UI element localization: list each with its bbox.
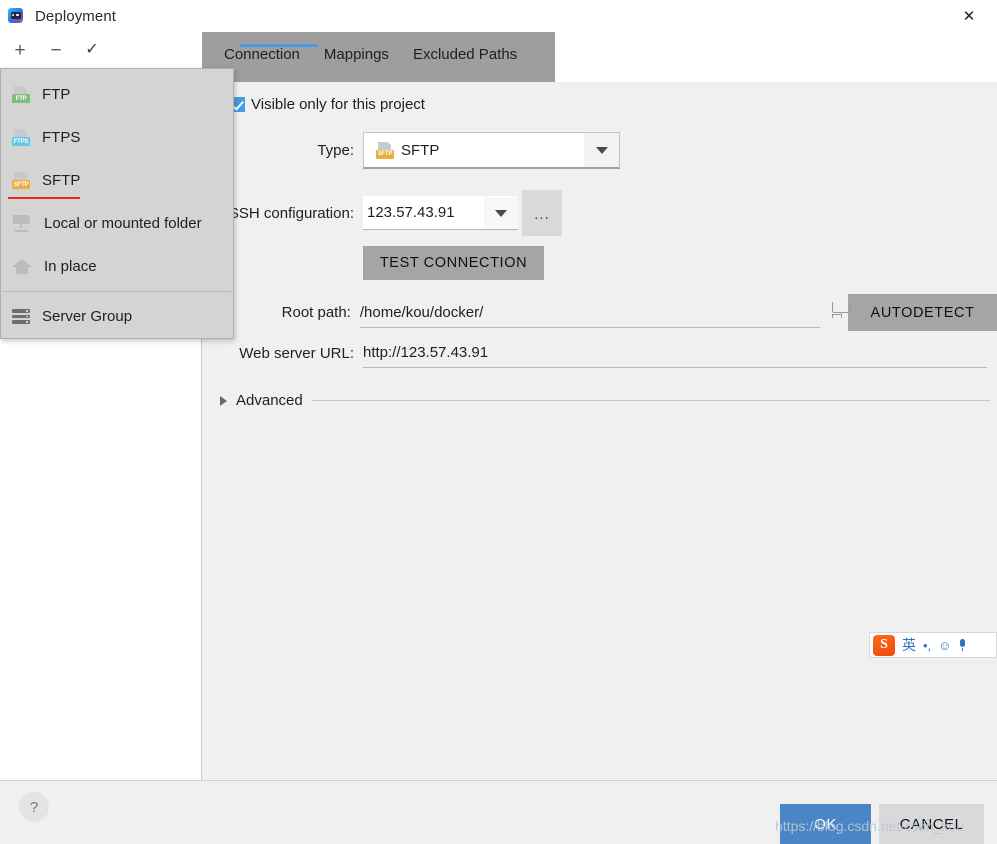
ssh-configuration-browse-button[interactable]: ... [522, 190, 562, 236]
chevron-down-icon[interactable] [484, 197, 518, 229]
tab-mappings[interactable]: Mappings [312, 32, 401, 76]
menu-item-label: FTPS [42, 129, 81, 146]
type-combobox-value-wrap: SFTP SFTP [364, 141, 440, 159]
server-list-toolbar: + − ✓ [0, 32, 202, 68]
sogou-logo-icon[interactable]: S [873, 634, 895, 656]
menu-item-server-group[interactable]: Server Group [1, 295, 233, 338]
menu-item-label: In place [44, 258, 97, 275]
menu-item-label: SFTP [42, 172, 81, 189]
cancel-button[interactable]: CANCEL [879, 804, 984, 844]
tab-excluded-paths[interactable]: Excluded Paths [401, 32, 529, 76]
local-folder-icon [12, 215, 32, 232]
remove-server-button[interactable]: − [45, 39, 67, 61]
ime-toolbar[interactable]: S 英 •, ☺ [869, 632, 997, 658]
menu-item-in-place[interactable]: In place [1, 245, 233, 288]
advanced-divider [311, 400, 990, 401]
help-button[interactable]: ? [19, 792, 49, 822]
server-group-icon [12, 308, 30, 325]
type-row: Type: SFTP SFTP [202, 132, 822, 169]
web-server-url-value: http://123.57.43.91 [363, 344, 489, 361]
menu-item-ftps[interactable]: FTPS FTPS [1, 116, 233, 159]
advanced-section-toggle[interactable]: Advanced [220, 392, 990, 409]
tab-strip: Connection Mappings Excluded Paths [202, 32, 555, 82]
title-bar: Deployment ✕ [0, 0, 997, 32]
menu-item-ftp[interactable]: FTP FTP [1, 73, 233, 116]
sftp-icon: SFTP [12, 172, 30, 189]
home-icon [12, 258, 32, 275]
type-combobox-value: SFTP [401, 141, 440, 159]
deployment-icon [7, 7, 25, 25]
ssh-configuration-combobox[interactable]: 123.57.43.91 [363, 196, 518, 230]
ssh-configuration-row: SSH configuration: 123.57.43.91 ... [202, 190, 822, 236]
ok-button[interactable]: OK [780, 804, 871, 844]
menu-item-label: Local or mounted folder [44, 215, 202, 232]
add-server-dropdown-menu[interactable]: FTP FTP FTPS FTPS SFTP SFTP Local or mou… [0, 68, 234, 339]
menu-item-label: Server Group [42, 308, 133, 325]
deployment-dialog: Deployment ✕ + − ✓ Connection Mappings E… [0, 0, 997, 844]
use-as-default-button[interactable]: ✓ [81, 39, 103, 61]
ime-punctuation-toggle[interactable]: •, [923, 638, 931, 653]
chevron-down-icon[interactable] [584, 133, 619, 167]
ime-language-toggle[interactable]: 英 [902, 635, 916, 655]
add-server-button[interactable]: + [9, 39, 31, 61]
menu-divider [3, 291, 231, 292]
advanced-label: Advanced [236, 392, 303, 409]
menu-item-sftp[interactable]: SFTP SFTP [1, 159, 233, 202]
connection-tab-panel: Visible only for this project Type: SFTP… [202, 82, 997, 780]
sftp-icon: SFTP [376, 141, 394, 159]
autodetect-button[interactable]: AUTODETECT [848, 294, 997, 331]
page-title: Deployment [35, 7, 117, 25]
web-server-url-label: Web server URL: [239, 344, 354, 362]
ftps-icon: FTPS [12, 129, 30, 146]
menu-item-label: FTP [42, 86, 71, 103]
chevron-right-icon [220, 395, 227, 406]
close-icon[interactable]: ✕ [949, 0, 989, 32]
type-combobox[interactable]: SFTP SFTP [363, 132, 620, 169]
ime-emoji-icon[interactable]: ☺ [938, 638, 951, 653]
root-path-row: Root path: /home/kou/docker/ AUTODETECT [202, 294, 997, 331]
visible-only-label: Visible only for this project [251, 96, 425, 113]
ftp-icon: FTP [12, 86, 30, 103]
active-tab-indicator [240, 44, 318, 47]
menu-item-local-or-mounted-folder[interactable]: Local or mounted folder [1, 202, 233, 245]
visible-only-row[interactable]: Visible only for this project [230, 96, 425, 113]
test-connection-button[interactable]: TEST CONNECTION [363, 246, 544, 280]
root-path-value: /home/kou/docker/ [359, 303, 484, 321]
web-server-url-row: Web server URL: http://123.57.43.91 [202, 338, 997, 368]
ssh-configuration-value: 123.57.43.91 [367, 204, 455, 221]
web-server-url-input[interactable]: http://123.57.43.91 [363, 338, 987, 368]
dialog-footer: ? OK CANCEL [0, 780, 997, 844]
ime-mic-icon[interactable] [958, 639, 966, 651]
root-path-input[interactable]: /home/kou/docker/ [359, 298, 821, 328]
